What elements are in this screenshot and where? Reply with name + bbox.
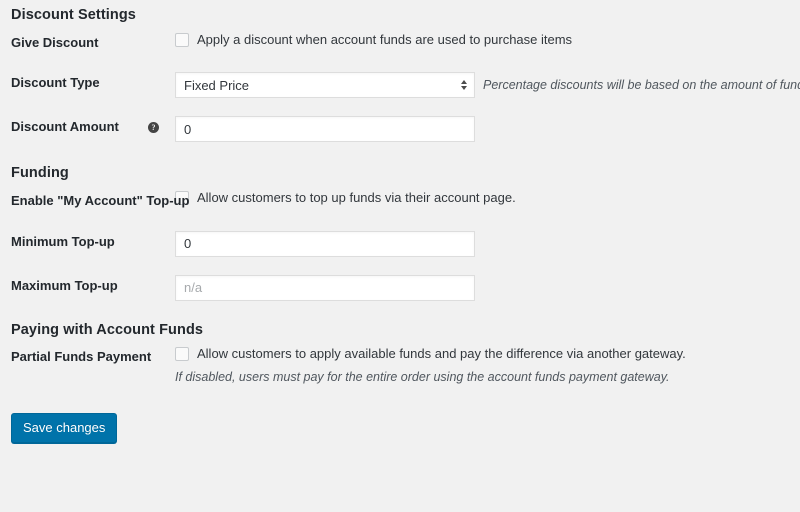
label-enable-my-account-topup: Enable "My Account" Top-up bbox=[11, 192, 190, 208]
hint-discount-type: Percentage discounts will be based on th… bbox=[483, 78, 800, 93]
label-discount-amount: Discount Amount bbox=[11, 119, 119, 135]
checkbox-label-give-discount[interactable]: Apply a discount when account funds are … bbox=[197, 32, 572, 48]
form-row-field-partial-funds-payment: Allow customers to apply available funds… bbox=[175, 337, 800, 396]
form-row-field-enable-my-account-topup: Allow customers to top up funds via thei… bbox=[175, 181, 800, 222]
form-row-field-discount-type: Fixed Price Percentage Percentage discou… bbox=[175, 63, 800, 107]
form-row-label-maximum-topup: Maximum Top-up bbox=[0, 266, 175, 310]
form-row-enable-my-account-topup: Enable "My Account" Top-up Allow custome… bbox=[0, 181, 800, 222]
save-changes-button[interactable]: Save changes bbox=[11, 412, 118, 443]
section-heading-discount-settings-wrap: Discount Settings bbox=[0, 0, 800, 23]
label-partial-funds-payment: Partial Funds Payment bbox=[11, 349, 152, 365]
form-row-give-discount: Give Discount Apply a discount when acco… bbox=[0, 23, 800, 64]
input-minimum-topup[interactable] bbox=[175, 230, 475, 257]
form-row-discount-type: Discount Type Fixed Price Percentage dis… bbox=[0, 63, 800, 107]
form-row-field-minimum-topup bbox=[175, 222, 800, 266]
form-row-minimum-topup: Minimum Top-up bbox=[0, 222, 800, 266]
form-row-maximum-topup: Maximum Top-up bbox=[0, 266, 800, 310]
form-row-discount-amount: Discount Amount ? bbox=[0, 107, 800, 151]
section-heading-paying-with-account-funds-wrap: Paying with Account Funds bbox=[0, 310, 800, 338]
label-maximum-topup: Maximum Top-up bbox=[11, 277, 118, 293]
discount-type-select-wrap: Fixed Price Percentage bbox=[175, 72, 475, 99]
section-heading-funding-wrap: Funding bbox=[0, 151, 800, 181]
form-row-label-give-discount: Give Discount bbox=[0, 23, 175, 64]
section-heading-paying-with-account-funds: Paying with Account Funds bbox=[11, 321, 204, 338]
checkbox-label-partial-funds-payment[interactable]: Allow customers to apply available funds… bbox=[197, 346, 686, 362]
form-row-label-enable-my-account-topup: Enable "My Account" Top-up bbox=[0, 181, 189, 222]
input-discount-amount[interactable] bbox=[175, 116, 475, 143]
form-row-field-maximum-topup bbox=[175, 266, 800, 310]
form-row-field-give-discount: Apply a discount when account funds are … bbox=[175, 23, 800, 64]
submit-area: Save changes bbox=[0, 412, 800, 443]
form-row-partial-funds-payment: Partial Funds Payment Allow customers to… bbox=[0, 337, 800, 396]
label-discount-type: Discount Type bbox=[11, 75, 100, 91]
select-discount-type[interactable]: Fixed Price Percentage bbox=[175, 72, 475, 99]
form-table-paying-with-account-funds: Partial Funds Payment Allow customers to… bbox=[0, 337, 800, 396]
section-heading-funding: Funding bbox=[11, 165, 69, 182]
form-row-label-discount-type: Discount Type bbox=[0, 63, 175, 107]
form-row-label-discount-amount: Discount Amount ? bbox=[0, 107, 175, 151]
label-give-discount: Give Discount bbox=[11, 34, 99, 50]
settings-page: Discount Settings Give Discount Apply a … bbox=[0, 0, 800, 512]
form-row-label-partial-funds-payment: Partial Funds Payment bbox=[0, 337, 175, 396]
help-circle-icon[interactable]: ? bbox=[148, 122, 159, 134]
input-maximum-topup[interactable] bbox=[175, 274, 475, 301]
checkbox-partial-funds-payment[interactable] bbox=[175, 347, 189, 362]
form-table-discount-settings: Give Discount Apply a discount when acco… bbox=[0, 23, 800, 152]
form-table-funding: Enable "My Account" Top-up Allow custome… bbox=[0, 181, 800, 310]
section-heading-discount-settings: Discount Settings bbox=[11, 7, 136, 23]
label-minimum-topup: Minimum Top-up bbox=[11, 233, 115, 249]
form-row-label-minimum-topup: Minimum Top-up bbox=[0, 222, 175, 266]
checkbox-label-enable-my-account-topup[interactable]: Allow customers to top up funds via thei… bbox=[197, 190, 516, 206]
description-partial-funds-payment: If disabled, users must pay for the enti… bbox=[175, 370, 670, 385]
form-row-field-discount-amount bbox=[175, 107, 800, 151]
checkbox-give-discount[interactable] bbox=[175, 32, 189, 47]
